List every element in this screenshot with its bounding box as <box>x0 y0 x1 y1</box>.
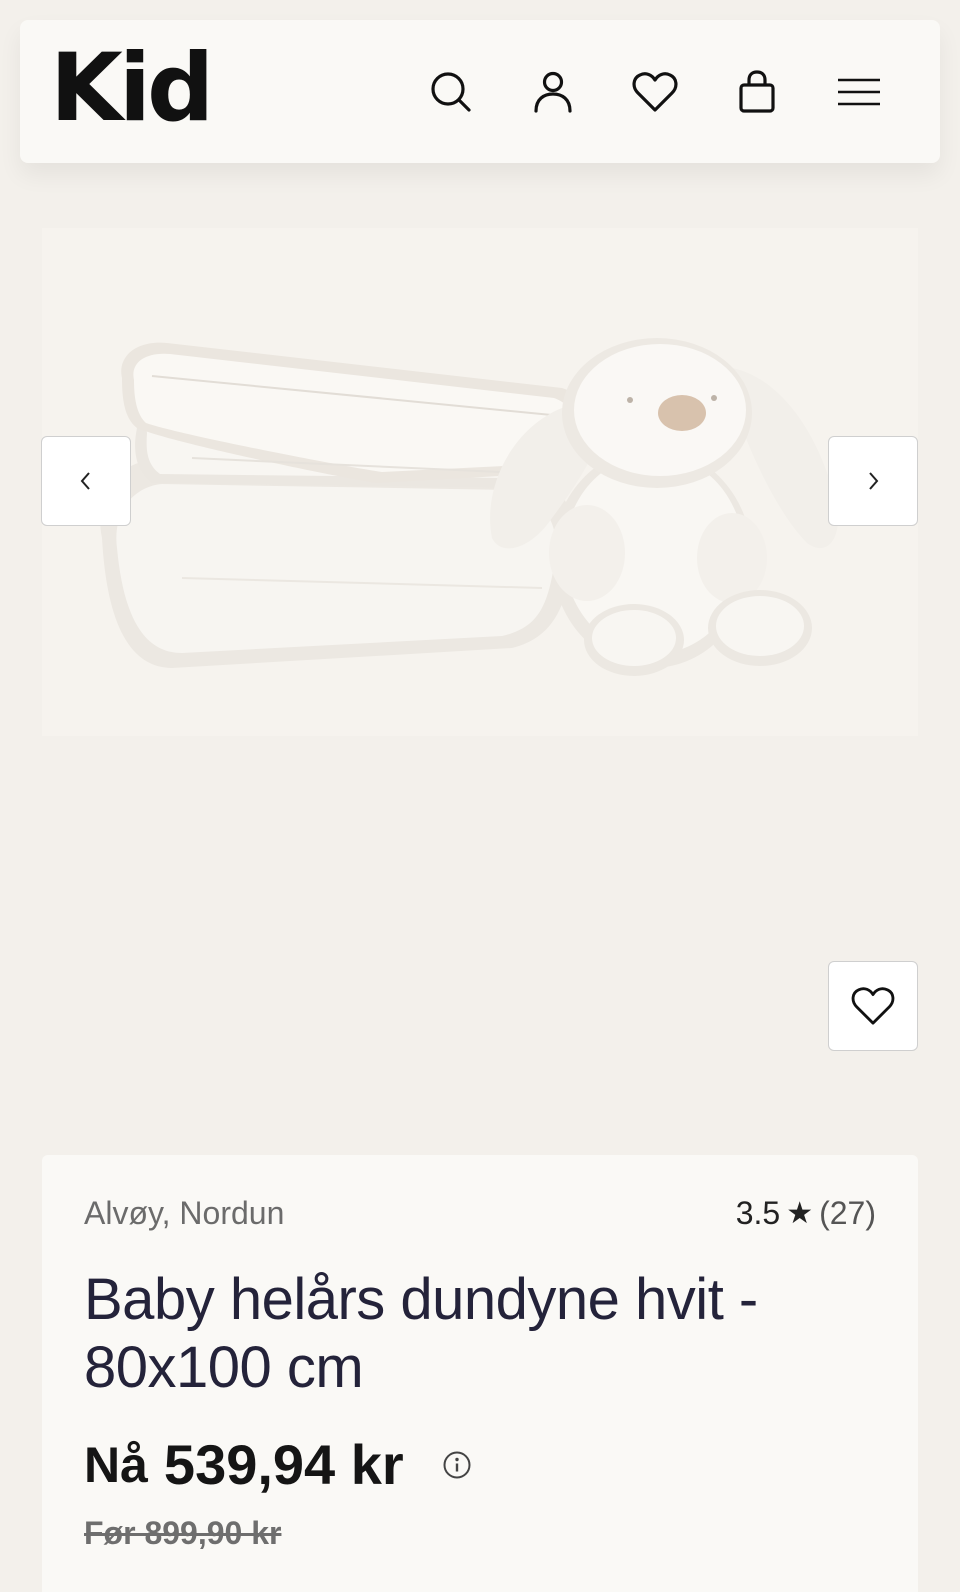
heart-icon <box>632 71 678 112</box>
site-header: Kid <box>20 20 940 163</box>
current-price: 539,94 kr <box>163 1433 404 1496</box>
search-button[interactable] <box>400 62 502 122</box>
next-image-button[interactable] <box>828 436 918 526</box>
price-prefix: Nå <box>84 1436 148 1493</box>
chevron-right-icon <box>869 472 879 490</box>
kid-logo[interactable]: Kid <box>50 41 214 136</box>
menu-icon <box>838 78 880 105</box>
user-icon <box>534 71 572 113</box>
account-button[interactable] <box>502 62 604 122</box>
wishlist-button[interactable] <box>604 62 706 122</box>
product-rating[interactable]: 3.5 ★ (27) <box>736 1195 876 1232</box>
product-title: Baby helårs dundyne hvit - 80x100 cm <box>84 1267 758 1400</box>
product-brand[interactable]: Alvøy, Nordun <box>84 1195 284 1232</box>
star-icon: ★ <box>786 1197 814 1230</box>
rating-count: (27) <box>819 1195 876 1231</box>
product-info-card: Alvøy, Nordun 3.5 ★ (27) Baby helårs dun… <box>42 1155 918 1592</box>
previous-image-button[interactable] <box>41 436 131 526</box>
add-to-favorites-button[interactable] <box>828 961 918 1051</box>
rating-score: 3.5 <box>735 1195 781 1231</box>
heart-icon <box>851 987 895 1025</box>
product-photo <box>100 338 838 676</box>
cart-button[interactable] <box>706 62 808 122</box>
product-page: Kid Alvøy, Nordun 3.5 ★ (27) Baby helårs… <box>0 0 960 1592</box>
search-icon <box>431 71 471 112</box>
price-row: Nå 539,94 kr <box>84 1432 876 1497</box>
product-image[interactable] <box>42 228 918 736</box>
info-icon <box>443 1451 471 1478</box>
menu-button[interactable] <box>808 62 910 122</box>
bag-icon <box>739 69 775 113</box>
price-info-button[interactable] <box>442 1450 472 1480</box>
chevron-left-icon <box>80 472 90 490</box>
header-actions <box>400 62 910 122</box>
original-price: Før 899,90 kr <box>84 1515 282 1551</box>
